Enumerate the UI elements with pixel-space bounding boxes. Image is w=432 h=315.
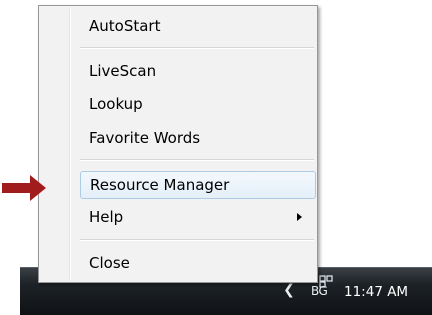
menu-item-label: Favorite Words xyxy=(89,129,201,147)
menu-separator xyxy=(80,47,314,49)
menu-item-livescan[interactable]: LiveScan xyxy=(80,58,316,84)
menu-item-label: LiveScan xyxy=(89,62,157,80)
menu-separator xyxy=(80,239,314,241)
submenu-arrow-icon xyxy=(297,213,302,221)
menu-item-close[interactable]: Close xyxy=(80,250,316,276)
menu-item-favorite-words[interactable]: Favorite Words xyxy=(80,125,316,151)
menu-gutter-divider xyxy=(69,9,71,279)
menu-item-autostart[interactable]: AutoStart xyxy=(80,13,316,39)
menu-item-label: Lookup xyxy=(89,95,143,113)
menu-item-label: Help xyxy=(89,208,124,226)
menu-separator xyxy=(80,159,314,161)
show-hidden-icons-chevron-icon[interactable]: ❮ xyxy=(283,282,295,298)
menu-item-label: Resource Manager xyxy=(90,176,230,194)
language-indicator[interactable]: BG xyxy=(311,284,328,298)
menu-item-lookup[interactable]: Lookup xyxy=(80,91,316,117)
taskbar-clock[interactable]: 11:47 AM xyxy=(344,284,408,300)
menu-item-label: Close xyxy=(89,254,130,272)
menu-item-label: AutoStart xyxy=(89,17,161,35)
menu-item-help[interactable]: Help xyxy=(80,204,316,230)
right-arrow-icon xyxy=(2,175,46,201)
menu-item-resource-manager[interactable]: Resource Manager xyxy=(80,171,316,199)
